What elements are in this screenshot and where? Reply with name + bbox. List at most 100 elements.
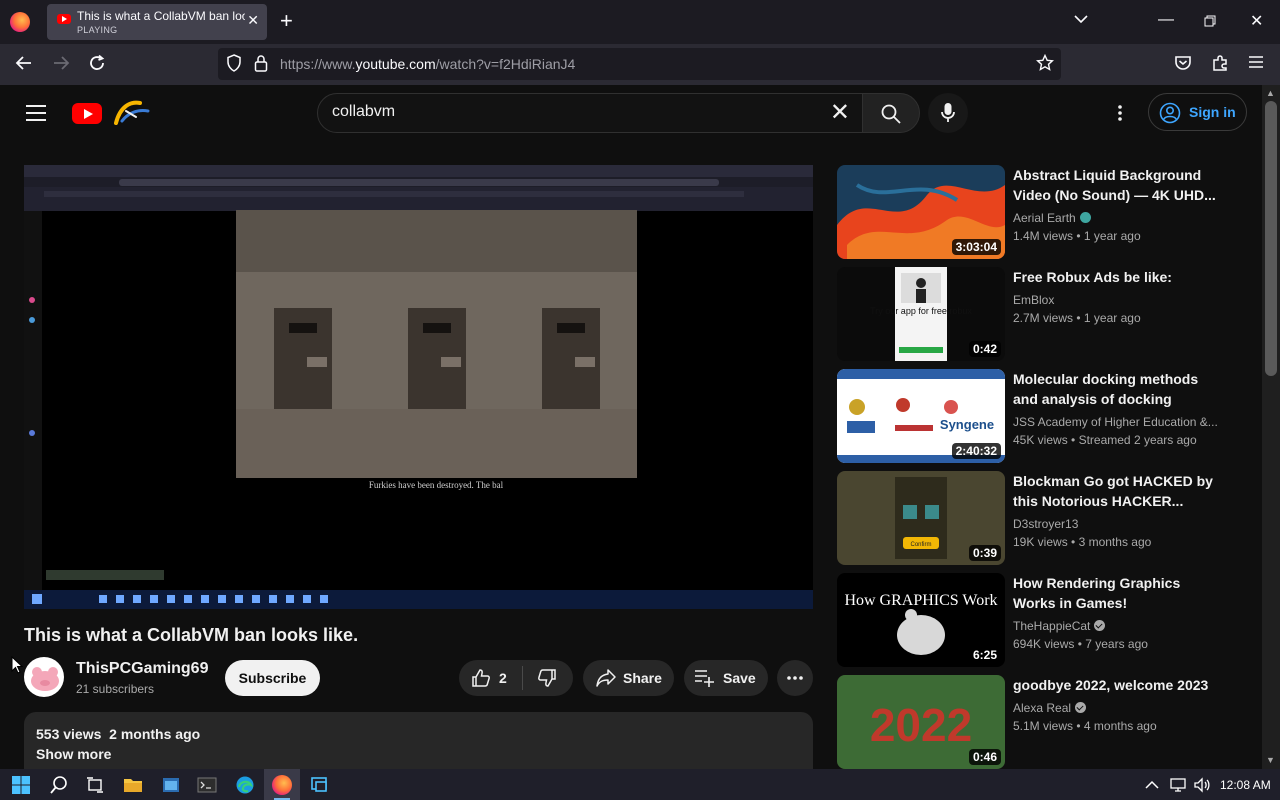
recommended-video[interactable]: Confirm 0:39 Blockman Go got HACKED by t…: [837, 471, 1237, 565]
video-player[interactable]: Furkies have been destroyed. The bal: [24, 165, 813, 609]
recommended-channel[interactable]: EmBlox: [1013, 293, 1054, 307]
browser-tab-bar: This is what a CollabVM ban looks like. …: [0, 0, 1280, 44]
search-input[interactable]: [332, 103, 802, 121]
firefox-logo-icon[interactable]: [10, 12, 30, 32]
scroll-down-arrow-icon[interactable]: ▼: [1266, 755, 1275, 765]
page-scrollbar[interactable]: ▲ ▼: [1262, 85, 1280, 769]
network-icon[interactable]: [1169, 776, 1187, 794]
video-thumbnail[interactable]: 3:03:04: [837, 165, 1005, 259]
address-bar[interactable]: https://www.youtube.com/watch?v=f2HdiRia…: [218, 48, 1061, 80]
video-thumbnail[interactable]: How GRAPHICS Work 6:25: [837, 573, 1005, 667]
save-label: Save: [723, 670, 756, 686]
video-thumbnail[interactable]: Syngene 2:40:32: [837, 369, 1005, 463]
extensions-puzzle-icon[interactable]: [1211, 54, 1229, 76]
save-button[interactable]: Save: [684, 660, 768, 696]
video-duration: 0:42: [968, 341, 1001, 357]
recommended-title[interactable]: Blockman Go got HACKED by this Notorious…: [1013, 471, 1223, 511]
taskbar-search-icon[interactable]: [49, 775, 69, 795]
like-button[interactable]: 2: [459, 660, 521, 696]
recommended-channel[interactable]: D3stroyer13: [1013, 517, 1078, 531]
browser-tab-youtube[interactable]: This is what a CollabVM ban looks like. …: [47, 4, 267, 40]
tab-playing-label: PLAYING: [77, 25, 118, 35]
recommended-meta: 1.4M views • 1 year ago: [1013, 229, 1141, 243]
video-duration: 6:25: [968, 647, 1001, 663]
new-tab-button[interactable]: +: [280, 9, 293, 33]
minimize-window-button[interactable]: —: [1158, 11, 1174, 29]
file-explorer-icon[interactable]: [123, 775, 143, 795]
search-button[interactable]: [862, 93, 920, 133]
windows-taskbar: 12:08 AM: [0, 769, 1280, 800]
scrollbar-thumb[interactable]: [1265, 101, 1277, 376]
url-text[interactable]: https://www.youtube.com/watch?v=f2HdiRia…: [280, 56, 575, 72]
recommended-video[interactable]: 2022 0:46 goodbye 2022, welcome 2023 Ale…: [837, 675, 1237, 769]
tab-title: This is what a CollabVM ban looks like. …: [77, 9, 245, 23]
close-tab-icon[interactable]: ✕: [247, 12, 259, 29]
edge-browser-icon[interactable]: [235, 775, 255, 795]
bookmark-star-icon[interactable]: [1035, 53, 1055, 77]
show-hidden-icons-chevron-icon[interactable]: [1144, 777, 1160, 793]
recommended-video[interactable]: 3:03:04 Abstract Liquid Background Video…: [837, 165, 1237, 259]
recommended-video[interactable]: Syngene 2:40:32 Molecular docking method…: [837, 369, 1237, 463]
list-all-tabs-chevron-icon[interactable]: [1074, 11, 1088, 29]
volume-icon[interactable]: [1193, 776, 1211, 794]
forward-arrow-icon[interactable]: [52, 54, 70, 76]
more-actions-button[interactable]: [777, 660, 813, 696]
more-horizontal-icon: [787, 676, 803, 680]
windows-start-icon[interactable]: [11, 775, 31, 795]
lock-icon[interactable]: [254, 54, 268, 77]
app-menu-hamburger-icon[interactable]: [1248, 54, 1264, 74]
recommended-meta: 5.1M views • 4 months ago: [1013, 719, 1157, 733]
video-thumbnail[interactable]: Try our app for free robux 0:42: [837, 267, 1005, 361]
youtube-doodle-logo-icon[interactable]: [110, 97, 152, 127]
microphone-icon: [941, 103, 955, 122]
taskbar-clock[interactable]: 12:08 AM: [1220, 778, 1271, 792]
subscribe-button[interactable]: Subscribe: [225, 660, 320, 696]
like-dislike-group: 2: [459, 660, 573, 696]
youtube-logo-icon[interactable]: [72, 103, 102, 124]
guide-menu-icon[interactable]: [26, 105, 46, 121]
app-window-icon[interactable]: [161, 775, 181, 795]
svg-text:Syngene: Syngene: [940, 417, 994, 432]
recommended-channel[interactable]: TheHappieCat: [1013, 619, 1106, 633]
share-button[interactable]: Share: [583, 660, 674, 696]
tracking-protection-shield-icon[interactable]: [226, 54, 242, 77]
recommended-channel[interactable]: JSS Academy of Higher Education &...: [1013, 415, 1218, 429]
dislike-button[interactable]: [523, 660, 573, 696]
clear-search-icon[interactable]: ✕: [830, 100, 850, 126]
recommended-video[interactable]: How GRAPHICS Work 6:25 How Rendering Gra…: [837, 573, 1237, 667]
settings-more-icon[interactable]: [1110, 103, 1130, 123]
recommended-title[interactable]: Abstract Liquid Background Video (No Sou…: [1013, 165, 1223, 205]
recommended-title[interactable]: Free Robux Ads be like:: [1013, 267, 1223, 287]
back-arrow-icon[interactable]: [15, 54, 33, 76]
task-view-icon[interactable]: [85, 775, 105, 795]
subscriber-count: 21 subscribers: [76, 682, 155, 696]
show-more-link[interactable]: Show more: [36, 746, 111, 762]
remote-desktop-icon[interactable]: [309, 775, 329, 795]
recommended-title[interactable]: How Rendering Graphics Works in Games!: [1013, 573, 1223, 613]
sign-in-button[interactable]: Sign in: [1148, 93, 1247, 131]
description-box[interactable]: 553 views 2 months ago Show more: [24, 712, 813, 769]
pocket-icon[interactable]: [1174, 54, 1192, 76]
channel-name[interactable]: ThisPCGaming69: [76, 660, 208, 678]
channel-avatar[interactable]: [24, 657, 64, 697]
recommended-channel[interactable]: Alexa Real: [1013, 701, 1087, 715]
svg-text:2022: 2022: [870, 699, 972, 751]
terminal-icon[interactable]: [197, 775, 217, 795]
close-window-button[interactable]: ✕: [1250, 11, 1263, 31]
video-frame-screen-recording: Furkies have been destroyed. The bal: [24, 165, 813, 609]
browser-navigation-bar: https://www.youtube.com/watch?v=f2HdiRia…: [0, 44, 1280, 85]
firefox-taskbar-button[interactable]: [264, 769, 300, 800]
recommended-title[interactable]: goodbye 2022, welcome 2023: [1013, 675, 1223, 695]
voice-search-button[interactable]: [928, 93, 968, 133]
recommended-title[interactable]: Molecular docking methods and analysis o…: [1013, 369, 1223, 409]
video-thumbnail[interactable]: 2022 0:46: [837, 675, 1005, 769]
recommended-video[interactable]: Try our app for free robux 0:42 Free Rob…: [837, 267, 1237, 361]
restore-window-button[interactable]: [1204, 14, 1216, 32]
video-thumbnail[interactable]: Confirm 0:39: [837, 471, 1005, 565]
scroll-up-arrow-icon[interactable]: ▲: [1266, 88, 1275, 98]
reload-icon[interactable]: [88, 54, 106, 76]
thumbs-down-icon: [538, 669, 556, 687]
verified-badge-icon: [1094, 620, 1106, 631]
recommended-channel[interactable]: Aerial Earth: [1013, 211, 1091, 225]
firefox-icon: [272, 775, 292, 795]
